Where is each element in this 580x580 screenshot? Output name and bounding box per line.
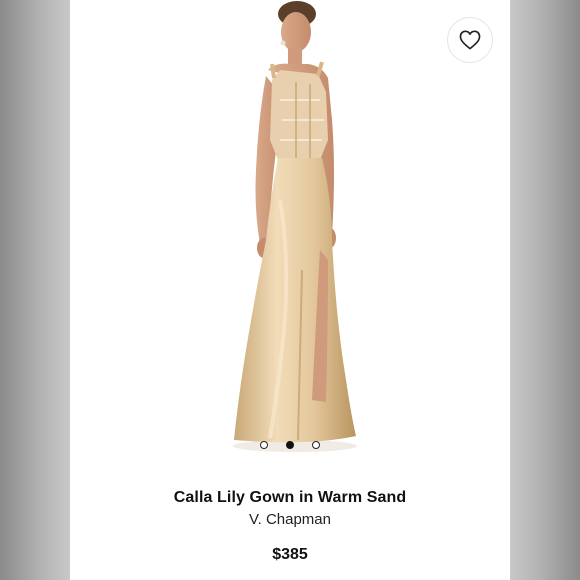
backdrop-right [510,0,580,580]
product-price: $385 [272,546,308,563]
product-brand[interactable]: V. Chapman [70,511,510,528]
image-carousel-indicators [70,438,510,452]
model-in-gown-illustration [233,1,357,452]
carousel-dot-1[interactable] [260,441,268,449]
product-title[interactable]: Calla Lily Gown in Warm Sand [70,489,510,507]
backdrop-left [0,0,70,580]
product-image[interactable] [70,0,510,470]
heart-icon [459,30,481,50]
favorite-button[interactable] [447,17,493,63]
carousel-dot-2-active[interactable] [286,441,294,449]
product-card: Calla Lily Gown in Warm Sand V. Chapman … [70,0,510,580]
carousel-dot-3[interactable] [312,441,320,449]
